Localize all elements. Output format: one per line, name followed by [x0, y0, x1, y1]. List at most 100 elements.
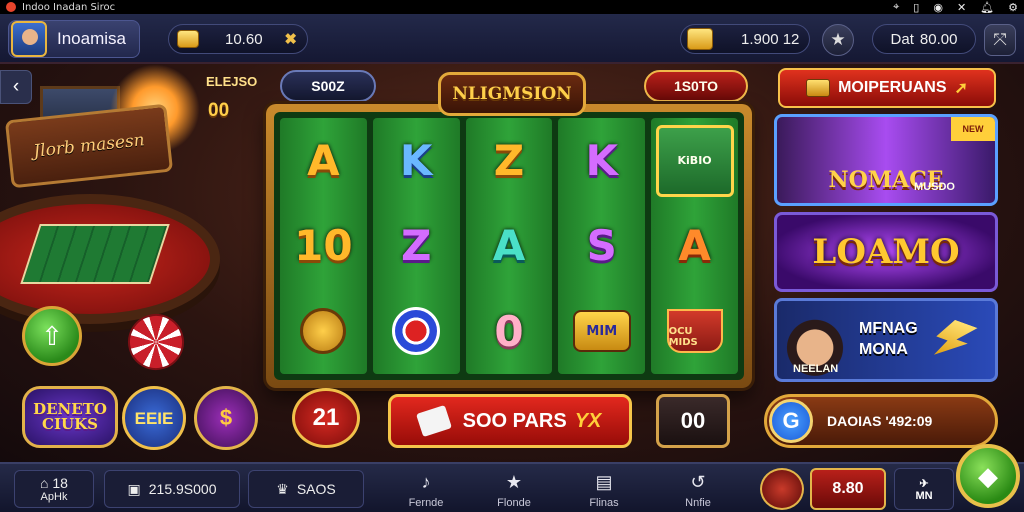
symbol-glyph: Z — [400, 221, 432, 271]
slot-left-pill[interactable]: S00Z — [280, 70, 376, 102]
left-badge-count: 00 — [208, 100, 230, 121]
coin-value: 10.60 — [225, 30, 263, 48]
reel-symbol: MIM — [562, 295, 642, 367]
close-icon[interactable]: ✕ — [957, 1, 966, 14]
reel-symbol: A — [469, 210, 549, 282]
slot-reels: A 10 K Z Z A 0 K S MIM KiBIO A OCU MIDS — [274, 112, 744, 380]
balance-label: Dat — [890, 30, 914, 48]
upgrade-button[interactable]: ⇧ — [22, 306, 82, 366]
tab-3[interactable]: ▤ Flinas — [572, 468, 636, 512]
reel-4: K S MIM — [558, 118, 646, 374]
balance-box[interactable]: Dat 80.00 — [872, 24, 976, 54]
slot-title: NLIGMSION — [438, 72, 586, 116]
reel-symbol: Z — [469, 125, 549, 197]
spin-button[interactable]: SOO PARS YX — [388, 394, 632, 448]
new-badge: NEW — [951, 117, 995, 141]
coin-icon — [177, 30, 199, 48]
reel-symbol: S — [562, 210, 642, 282]
gold-bar-icon — [687, 28, 713, 50]
app-icon — [6, 2, 16, 12]
card-icon — [415, 404, 452, 438]
system-icons: ⌖ ▯ ◉ ✕ 🔔︎ ⚙ — [893, 1, 1018, 14]
cash-value: 215.9S000 — [148, 481, 217, 497]
play-icon: ◆ — [978, 460, 998, 491]
tab-1[interactable]: ♪ Fernde — [394, 468, 458, 512]
symbol-glyph: A — [492, 221, 526, 271]
spin-label: SOO PARS — [462, 409, 567, 432]
tab-4-label: Nnfie — [685, 496, 711, 509]
bag-box[interactable]: ♛ SAOS — [248, 470, 364, 508]
promo-3-line2: MONA — [859, 341, 908, 358]
chest-icon — [806, 79, 831, 97]
expand-icon[interactable]: ⤧ — [984, 24, 1016, 56]
balance-value: 80.00 — [919, 30, 958, 48]
home-label: ApHk — [40, 491, 68, 503]
home-icon: ⌂ 18 — [40, 475, 68, 491]
auto-spin-button[interactable]: 00 — [656, 394, 730, 448]
bag-value: SAOS — [296, 481, 336, 497]
left-badge-label: ELEJSO — [206, 74, 258, 89]
coin-balance[interactable]: 10.60 ✖ — [168, 24, 308, 54]
reward-icon: G — [769, 399, 813, 443]
status-title: Indoo Inadan Siroc — [22, 1, 116, 13]
score-box[interactable]: 8.80 — [810, 468, 886, 510]
location-icon: ⌖ — [893, 0, 900, 13]
promo-card-1[interactable]: NEW NOMACE MUSDO — [774, 114, 998, 206]
symbol-glyph — [300, 308, 347, 355]
symbol-glyph: K — [399, 136, 433, 186]
reel-symbol: A — [283, 125, 363, 197]
mini-label: MN — [915, 489, 933, 502]
promo-card-3[interactable]: MFNAG MONA NEELAN — [774, 298, 998, 382]
promo-3-text: MFNAG MONA — [859, 319, 918, 361]
reel-symbol: 10 — [283, 210, 363, 282]
star-button[interactable]: ★ — [822, 24, 854, 56]
promo-3-caption: NEELAN — [793, 363, 839, 375]
reel-symbol — [376, 295, 456, 367]
slot-machine: A 10 K Z Z A 0 K S MIM KiBIO A OCU MIDS — [266, 104, 752, 388]
shop-icon: ▤ — [595, 471, 613, 492]
add-coins-icon[interactable]: ✖ — [284, 30, 297, 48]
symbol-glyph: OCU MIDS — [666, 309, 723, 354]
mini-box[interactable]: ✈ MN — [894, 468, 954, 510]
gift-icon: ▣ — [127, 480, 141, 497]
symbol-glyph: A — [307, 136, 340, 186]
reel-symbol: A — [655, 210, 735, 282]
reward-bar[interactable]: G DAOIAS '492:09 — [764, 394, 998, 448]
game-icon-3[interactable]: $ — [194, 386, 258, 450]
bet-button[interactable]: 21 — [292, 388, 360, 448]
arrow-up-icon: ⇧ — [41, 320, 63, 351]
home-button[interactable]: ⌂ 18 ApHk — [14, 470, 94, 508]
slot-right-pill[interactable]: 1S0TO — [644, 70, 748, 102]
spin-multiplier: YX — [574, 409, 602, 432]
player-profile[interactable]: Inoamisa — [8, 20, 140, 58]
tab-2-label: Flonde — [497, 496, 531, 509]
symbol-glyph: Z — [493, 136, 525, 186]
tab-4[interactable]: ↺ Nnfie — [666, 468, 730, 512]
reel-symbol: OCU MIDS — [655, 295, 735, 367]
promotions-header[interactable]: MOIPERUANS ➚ — [778, 68, 996, 108]
promotions-title: MOIPERUANS — [838, 79, 947, 96]
music-icon: ♪ — [421, 471, 431, 492]
gem-value: 1.900 12 — [741, 30, 800, 48]
bottom-nav: ⌂ 18 ApHk ▣ 215.9S000 ♛ SAOS ♪ Fernde ★ Fl… — [0, 462, 1024, 512]
gem-balance[interactable]: 1.900 12 — [680, 24, 810, 54]
wifi-icon: ◉ — [933, 1, 943, 14]
reel-symbol: 0 — [469, 295, 549, 367]
cash-box[interactable]: ▣ 215.9S000 — [104, 470, 240, 508]
bell-icon[interactable]: 🔔︎ — [980, 1, 994, 14]
promo-2-title: LOAMO — [812, 232, 960, 272]
game-icon-1[interactable]: DENETO CIUKS — [22, 386, 118, 448]
promo-card-2[interactable]: LOAMO — [774, 212, 998, 292]
tab-2[interactable]: ★ Flonde — [482, 468, 546, 512]
daily-wheel-icon[interactable] — [760, 468, 804, 510]
tab-3-label: Flinas — [589, 496, 619, 509]
game-icon-2[interactable]: EEIE — [122, 386, 186, 450]
crown-icon: ♛ — [276, 480, 289, 497]
reel-1: A 10 — [280, 118, 367, 374]
symbol-glyph — [392, 307, 441, 356]
back-button[interactable]: ‹ — [0, 70, 32, 104]
gear-icon[interactable]: ⚙ — [1008, 1, 1018, 14]
play-button[interactable]: ◆ — [956, 444, 1020, 508]
reel-5: KiBIO A OCU MIDS — [651, 118, 738, 374]
reel-symbol: K — [376, 125, 456, 197]
